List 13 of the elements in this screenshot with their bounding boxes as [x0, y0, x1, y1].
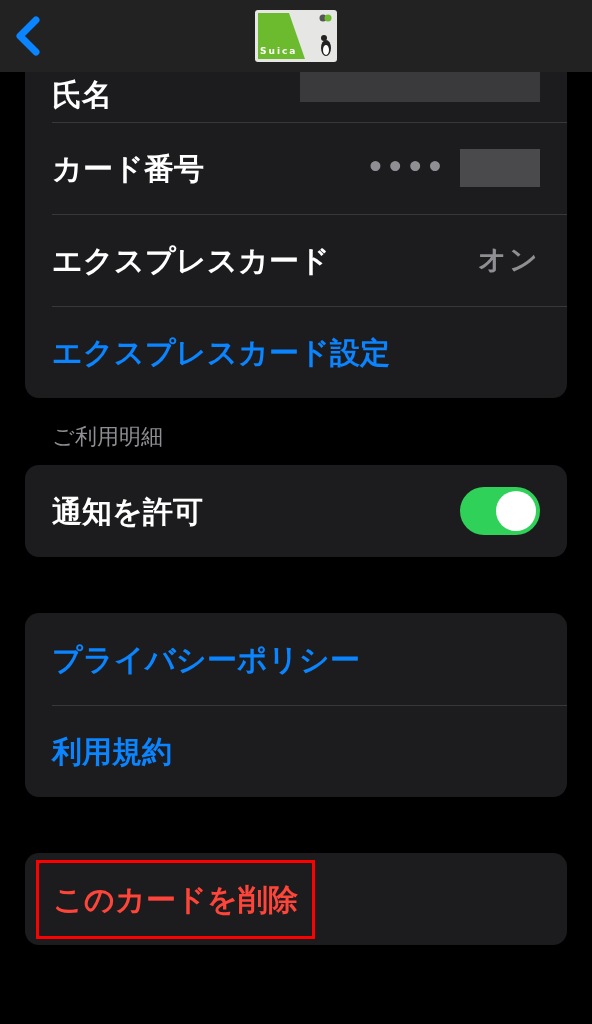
link[interactable]: プライバシーポリシー: [52, 636, 360, 682]
section-header: ご利用明細: [51, 423, 164, 451]
row-value: オン: [478, 242, 540, 278]
row-value: ••••: [366, 150, 446, 186]
delete-link[interactable]: このカードを削除: [39, 862, 312, 936]
row-label: 氏名: [52, 76, 112, 114]
row-label: カード番号: [52, 149, 204, 188]
link[interactable]: エクスプレスカード設定: [52, 329, 390, 375]
toggle-switch[interactable]: [460, 487, 540, 535]
row-label: 通知を許可: [52, 492, 203, 531]
transit-card-logo: Suica: [255, 10, 337, 62]
row-label: エクスプレスカード: [52, 241, 330, 280]
link[interactable]: 利用規約: [52, 728, 172, 774]
